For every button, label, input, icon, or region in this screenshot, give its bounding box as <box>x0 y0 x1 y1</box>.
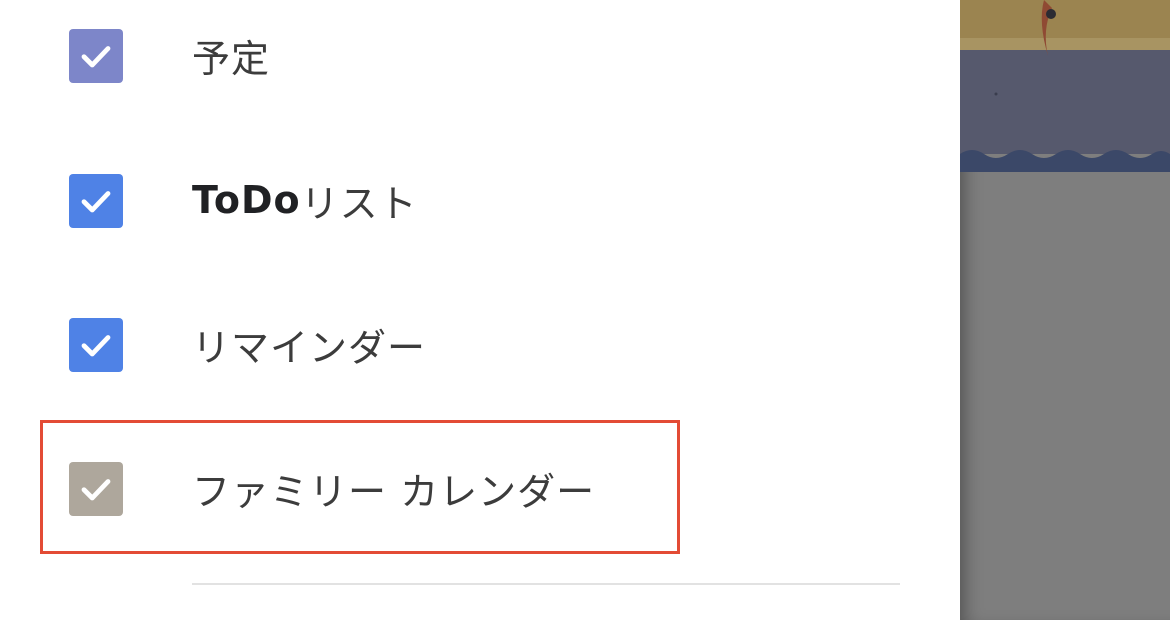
calendar-item-todo[interactable]: ToDo リスト <box>40 145 680 255</box>
checkmark-icon <box>81 335 111 357</box>
calendar-checkbox-yotei[interactable] <box>69 29 123 83</box>
divider <box>192 583 900 585</box>
checkmark-icon <box>81 191 111 213</box>
header-illustration <box>960 0 1170 172</box>
background-scrim[interactable] <box>960 0 1170 620</box>
calendar-item-yotei[interactable]: 予定 <box>40 0 680 110</box>
calendar-label-todo-rest: リスト <box>300 181 418 226</box>
calendar-label-reminder: リマインダー <box>192 325 427 370</box>
calendar-item-reminder[interactable]: リマインダー <box>40 289 680 399</box>
calendar-drawer: 予定 ToDo リスト リマインダー ファミリー カレンダー <box>0 0 960 620</box>
calendar-label-todo-bold: ToDo <box>192 178 301 222</box>
checkmark-icon <box>81 46 111 68</box>
calendar-checkbox-reminder[interactable] <box>69 318 123 372</box>
calendar-label-yotei: 予定 <box>192 36 271 81</box>
highlight-annotation-box <box>40 420 680 554</box>
calendar-checkbox-todo[interactable] <box>69 174 123 228</box>
calendar-label-todo: ToDo リスト <box>192 145 418 255</box>
